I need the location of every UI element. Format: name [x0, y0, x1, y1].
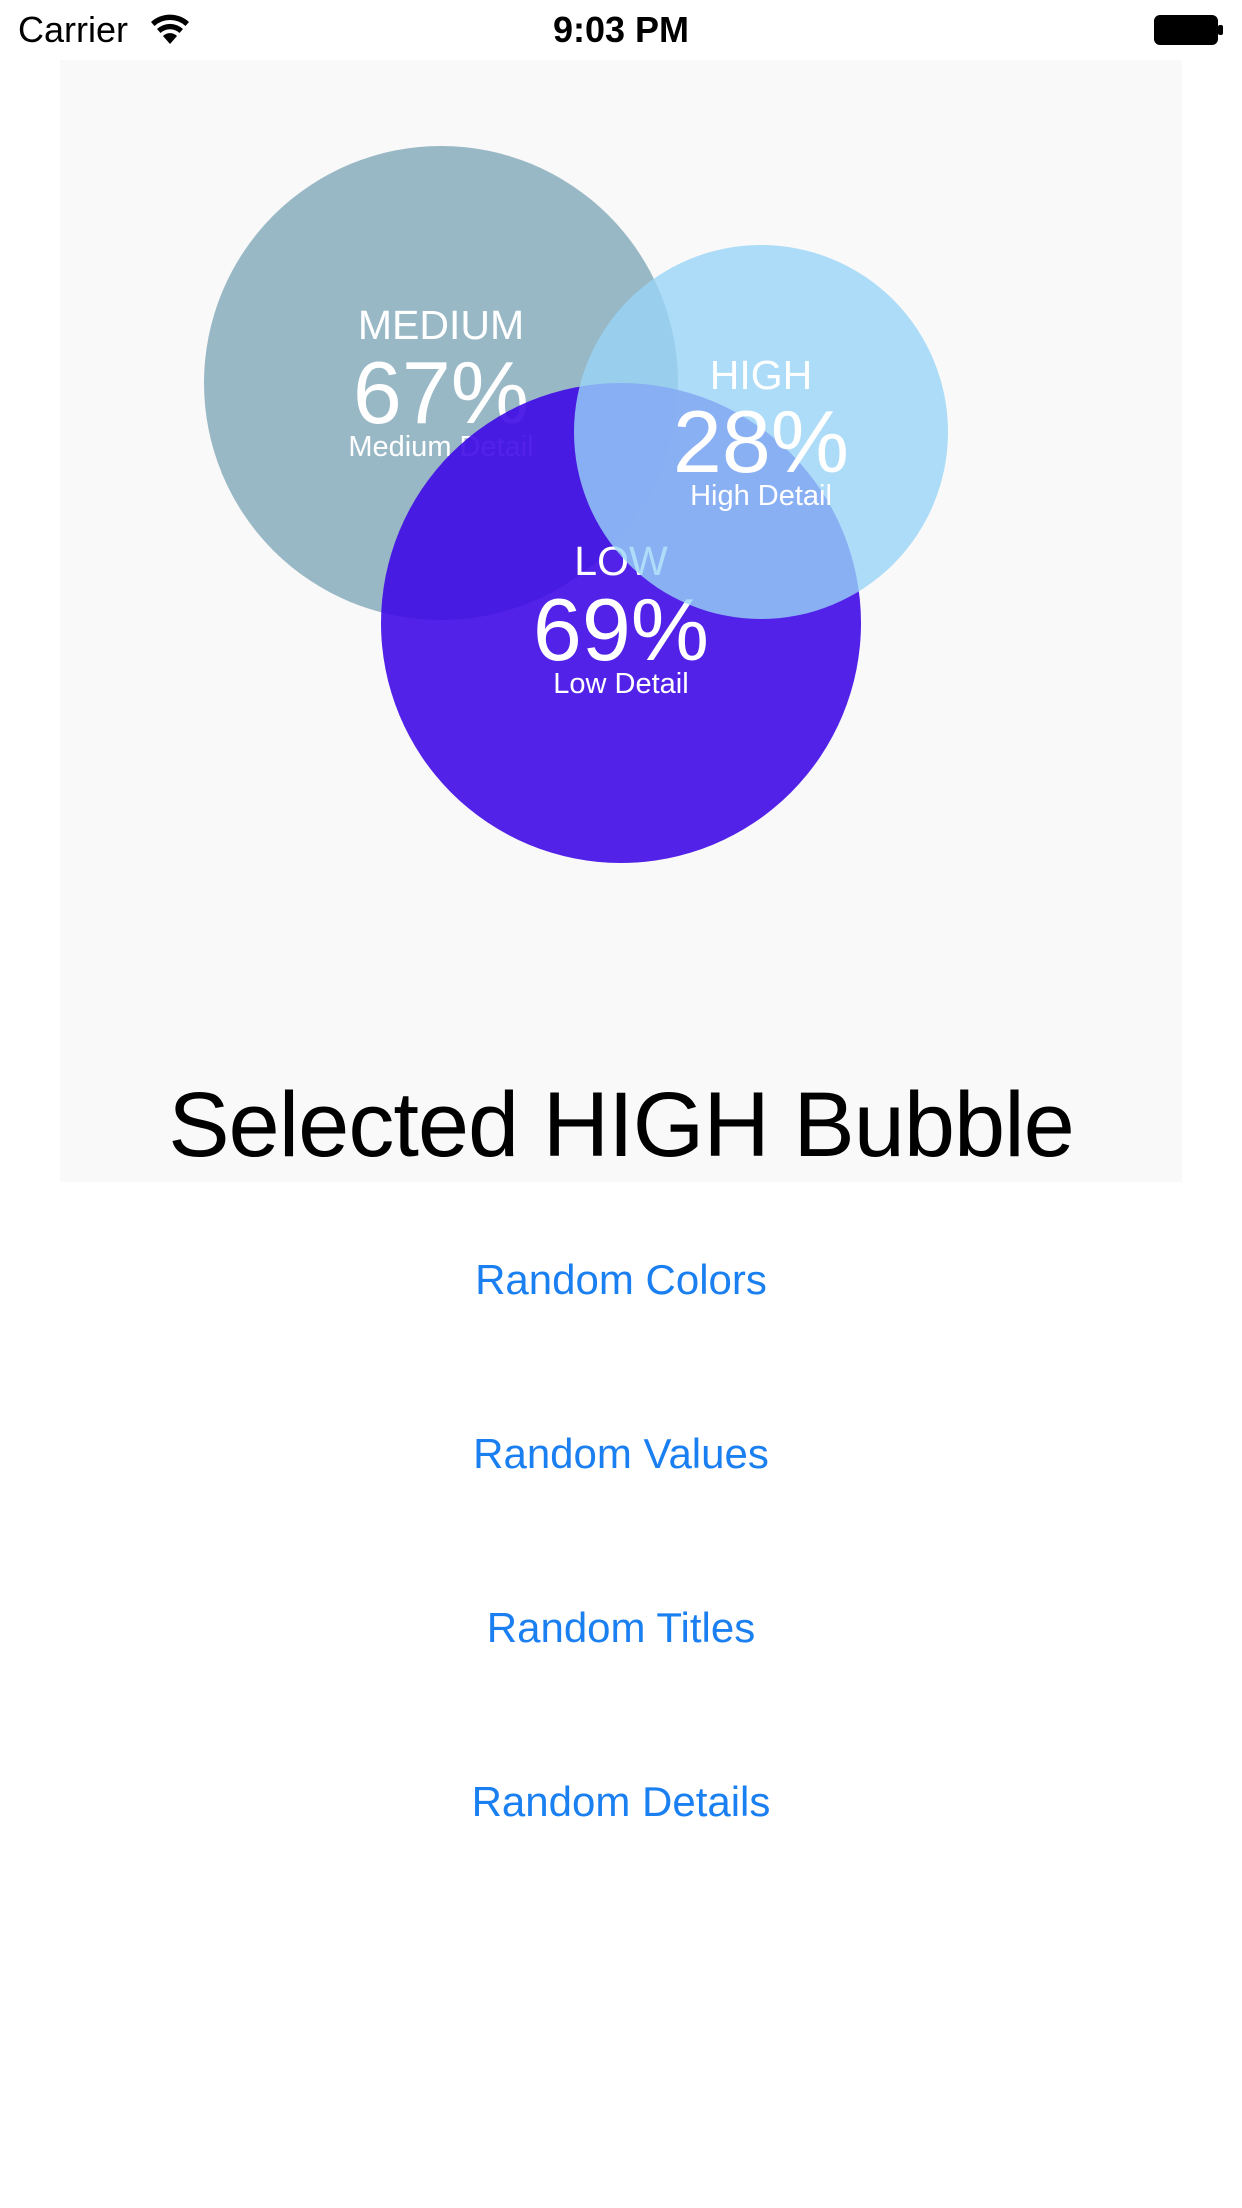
bubble-chart: MEDIUM 67% Medium Detail LOW 69% Low Det…: [204, 146, 948, 863]
bubble-high[interactable]: HIGH 28% High Detail: [574, 245, 948, 619]
bubble-chart-panel: MEDIUM 67% Medium Detail LOW 69% Low Det…: [60, 60, 1182, 1182]
random-colors-button[interactable]: Random Colors: [0, 1250, 1242, 1310]
status-bar: Carrier 9:03 PM: [0, 0, 1242, 60]
bubble-high-value: 28%: [673, 392, 849, 491]
battery-icon: [1154, 15, 1223, 45]
bubble-high-detail: High Detail: [690, 480, 832, 512]
status-time: 9:03 PM: [552, 9, 690, 50]
random-details-button[interactable]: Random Details: [0, 1772, 1242, 1832]
random-values-button[interactable]: Random Values: [0, 1424, 1242, 1484]
random-titles-button[interactable]: Random Titles: [0, 1598, 1242, 1658]
bubble-medium-title: MEDIUM: [358, 302, 524, 348]
selected-bubble-label: Selected HIGH Bubble: [168, 1074, 1075, 1176]
bubble-low-detail: Low Detail: [553, 668, 688, 700]
